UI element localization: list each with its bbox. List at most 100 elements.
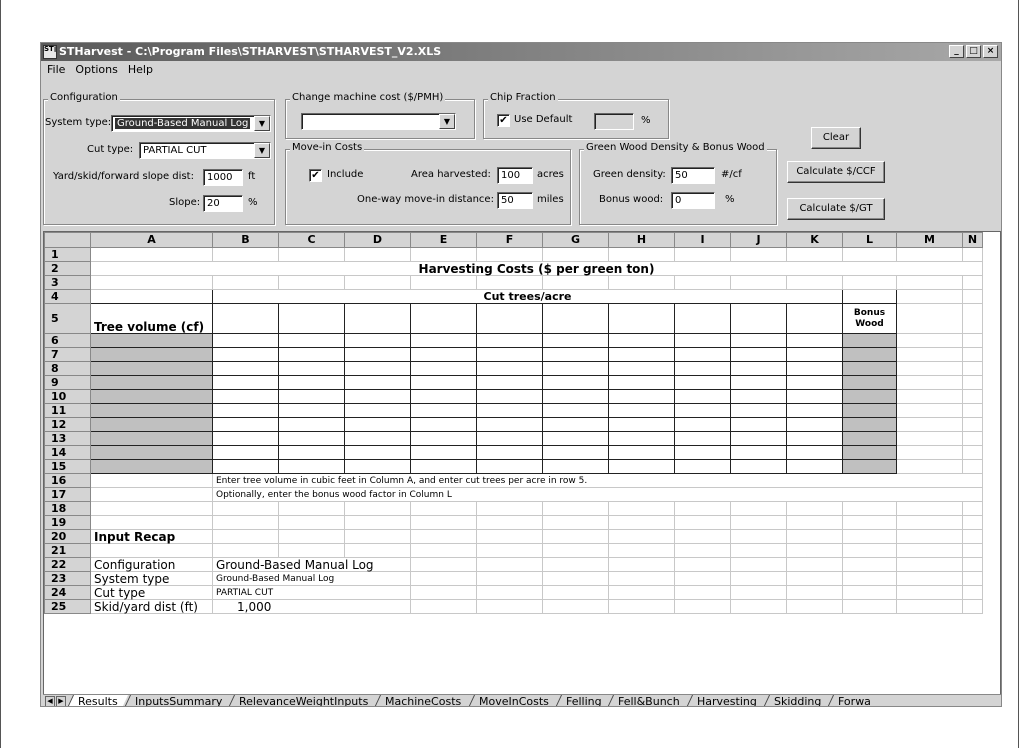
cell[interactable] xyxy=(542,515,609,530)
result-cell[interactable] xyxy=(410,431,477,446)
cut-trees-input-cell[interactable] xyxy=(674,303,731,334)
cell[interactable] xyxy=(476,247,543,262)
result-cell[interactable] xyxy=(674,375,731,390)
cell[interactable] xyxy=(608,501,675,516)
row-header[interactable]: 19 xyxy=(44,515,91,530)
cell[interactable] xyxy=(410,501,477,516)
cell[interactable] xyxy=(476,585,543,600)
cell[interactable] xyxy=(962,375,983,390)
cell[interactable] xyxy=(842,599,897,614)
result-cell[interactable] xyxy=(608,403,675,418)
result-cell[interactable] xyxy=(278,403,345,418)
result-cell[interactable] xyxy=(476,347,543,362)
cell[interactable] xyxy=(842,501,897,516)
result-cell[interactable] xyxy=(542,375,609,390)
column-header[interactable]: E xyxy=(410,232,477,248)
sheet-tab[interactable]: Fell&Bunch xyxy=(607,695,690,706)
cell[interactable] xyxy=(542,543,609,558)
chip-fraction-input[interactable] xyxy=(594,113,634,130)
cell[interactable] xyxy=(674,543,731,558)
result-cell[interactable] xyxy=(542,417,609,432)
cell[interactable] xyxy=(896,599,963,614)
cell[interactable] xyxy=(842,571,897,586)
result-cell[interactable] xyxy=(730,361,787,376)
tree-volume-cell[interactable] xyxy=(90,333,213,348)
cell[interactable] xyxy=(410,585,477,600)
sheet-tab[interactable]: MoveInCosts xyxy=(467,695,559,706)
row-header[interactable]: 18 xyxy=(44,501,91,516)
result-cell[interactable] xyxy=(786,445,843,460)
cut-trees-input-cell[interactable] xyxy=(476,303,543,334)
result-cell[interactable] xyxy=(674,333,731,348)
result-cell[interactable] xyxy=(542,403,609,418)
cell[interactable] xyxy=(896,289,963,304)
result-cell[interactable] xyxy=(542,333,609,348)
system-type-select[interactable]: Ground-Based Manual Log ▼ xyxy=(111,115,271,132)
recap-label[interactable]: Cut type xyxy=(90,585,213,600)
cell[interactable] xyxy=(730,585,787,600)
cell[interactable] xyxy=(896,375,963,390)
cell[interactable] xyxy=(344,501,411,516)
result-cell[interactable] xyxy=(674,431,731,446)
cell[interactable] xyxy=(842,275,897,290)
result-cell[interactable] xyxy=(674,389,731,404)
move-in-distance-input[interactable]: 50 xyxy=(497,192,533,209)
slope-dist-input[interactable]: 1000 xyxy=(203,169,243,186)
cell[interactable] xyxy=(896,431,963,446)
row-header[interactable]: 11 xyxy=(44,403,91,418)
result-cell[interactable] xyxy=(608,347,675,362)
cell[interactable] xyxy=(962,403,983,418)
cell[interactable] xyxy=(542,585,609,600)
cell[interactable] xyxy=(786,529,843,544)
bonus-wood-cell[interactable] xyxy=(842,347,897,362)
cell[interactable] xyxy=(896,459,963,474)
cut-trees-input-cell[interactable] xyxy=(278,303,345,334)
cell[interactable] xyxy=(896,389,963,404)
cell[interactable] xyxy=(674,599,731,614)
result-cell[interactable] xyxy=(278,375,345,390)
result-cell[interactable] xyxy=(542,431,609,446)
cell[interactable] xyxy=(278,501,345,516)
result-cell[interactable] xyxy=(212,445,279,460)
result-cell[interactable] xyxy=(212,333,279,348)
row-header[interactable]: 14 xyxy=(44,445,91,460)
result-cell[interactable] xyxy=(730,459,787,474)
cell[interactable] xyxy=(730,557,787,572)
row-header[interactable]: 2 xyxy=(44,261,91,276)
cell[interactable] xyxy=(896,445,963,460)
result-cell[interactable] xyxy=(278,347,345,362)
cell[interactable] xyxy=(786,557,843,572)
result-cell[interactable] xyxy=(212,347,279,362)
cell[interactable] xyxy=(608,543,675,558)
result-cell[interactable] xyxy=(786,417,843,432)
cell[interactable] xyxy=(674,557,731,572)
cell[interactable] xyxy=(962,599,983,614)
cell[interactable] xyxy=(542,529,609,544)
cut-trees-input-cell[interactable] xyxy=(786,303,843,334)
column-header[interactable]: F xyxy=(476,232,543,248)
cell[interactable] xyxy=(608,599,675,614)
cell[interactable] xyxy=(962,571,983,586)
sheet-tab[interactable]: Skidding xyxy=(762,695,832,706)
cell[interactable] xyxy=(962,431,983,446)
cell[interactable] xyxy=(962,445,983,460)
title-bar[interactable]: ST▦ STHarvest - C:\Program Files\STHARVE… xyxy=(41,43,1001,61)
row-header[interactable]: 23 xyxy=(44,571,91,586)
result-cell[interactable] xyxy=(730,403,787,418)
cell[interactable] xyxy=(410,515,477,530)
result-cell[interactable] xyxy=(476,459,543,474)
cell[interactable] xyxy=(962,501,983,516)
cell[interactable] xyxy=(608,585,675,600)
result-cell[interactable] xyxy=(212,361,279,376)
cell[interactable] xyxy=(410,247,477,262)
recap-value[interactable]: Ground-Based Manual Log xyxy=(212,571,411,586)
tree-volume-cell[interactable] xyxy=(90,431,213,446)
cell[interactable] xyxy=(896,571,963,586)
cell[interactable] xyxy=(278,529,345,544)
cut-trees-input-cell[interactable] xyxy=(608,303,675,334)
cell[interactable] xyxy=(896,247,963,262)
cell[interactable] xyxy=(542,599,609,614)
input-recap-label[interactable]: Input Recap xyxy=(90,529,213,544)
column-header[interactable]: A xyxy=(90,232,213,248)
cell[interactable] xyxy=(730,247,787,262)
